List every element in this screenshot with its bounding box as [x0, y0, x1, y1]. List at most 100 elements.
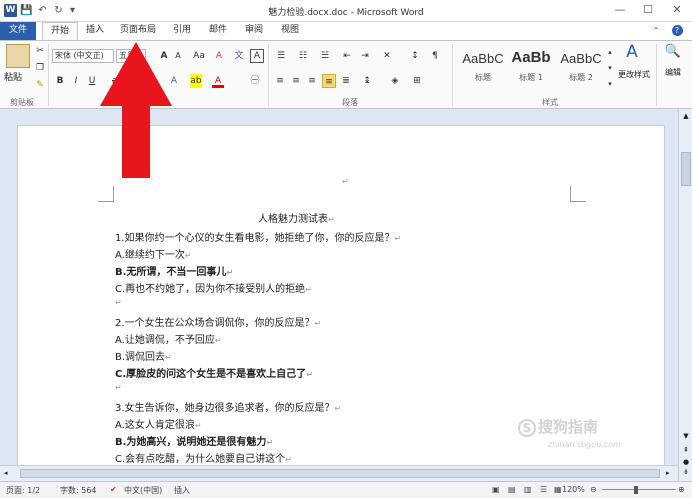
document-line[interactable]: B.无所谓，不当一回事儿↵ [115, 263, 233, 278]
paragraph-group-label: 段落 [342, 98, 358, 107]
tab-mailings[interactable]: 邮件 [204, 22, 232, 40]
align-right-icon[interactable]: ≡ [306, 74, 318, 88]
underline-button[interactable]: U [86, 74, 98, 88]
multilevel-list-icon[interactable]: ☱ [318, 49, 332, 63]
scroll-down-icon[interactable]: ▼ [681, 432, 691, 442]
horizontal-scrollbar[interactable]: ◂ ▸ [0, 465, 678, 481]
page-count[interactable]: 页面: 1/2 [6, 485, 40, 496]
paste-button[interactable]: 粘贴 [4, 70, 22, 83]
tab-file[interactable]: 文件 [0, 22, 36, 40]
style-heading-1[interactable]: AaBb 标题 1 [504, 45, 558, 89]
zoom-level[interactable]: 120% [562, 485, 585, 494]
scroll-thumb[interactable] [681, 152, 691, 186]
copy-icon[interactable]: ❐ [34, 61, 46, 75]
style-name: 标题 1 [519, 73, 543, 82]
maximize-button[interactable]: ☐ [634, 0, 662, 20]
styles-scroll-up-icon[interactable]: ▴ [606, 45, 614, 59]
align-left-icon[interactable]: ≡ [274, 74, 286, 88]
document-line[interactable]: A.让她调侃，不予回应↵ [115, 331, 222, 346]
style-heading-2[interactable]: AaBbC 标题 2 [554, 45, 608, 89]
next-page-icon[interactable]: ⇟ [681, 468, 691, 478]
change-styles-button[interactable]: 更改样式 [616, 69, 652, 80]
bold-button[interactable]: B [54, 74, 66, 88]
scroll-up-icon[interactable]: ▲ [681, 112, 691, 122]
tab-insert[interactable]: 插入 [80, 22, 110, 40]
chinese-layout-icon[interactable]: ✕ [380, 49, 394, 63]
borders-icon[interactable]: ⊞ [410, 74, 424, 88]
document-title[interactable]: 人格魅力测试表↵ [258, 210, 335, 225]
clear-formatting-icon[interactable]: A [212, 49, 226, 63]
print-layout-icon[interactable]: ▣ [492, 485, 500, 494]
numbering-icon[interactable]: ☷ [296, 49, 310, 63]
styles-scroll-down-icon[interactable]: ▾ [606, 61, 614, 75]
tab-references[interactable]: 引用 [168, 22, 196, 40]
ribbon-tabs: 文件 开始 插入 页面布局 引用 邮件 审阅 视图 ⌃ ? [0, 22, 692, 41]
language-status[interactable]: 中文(中国) [124, 485, 162, 496]
tab-view[interactable]: 视图 [276, 22, 304, 40]
select-browse-object-icon[interactable]: ● [681, 458, 691, 468]
styles-more-icon[interactable]: ▾ [606, 77, 614, 91]
character-border-icon[interactable]: A [250, 49, 264, 63]
tab-page-layout[interactable]: 页面布局 [116, 22, 160, 40]
phonetic-guide-icon[interactable]: 文 [232, 49, 246, 63]
paragraph-mark: ↵ [115, 298, 122, 307]
document-line[interactable]: C.再也不约她了，因为你不接受别人的拒绝↵ [115, 280, 312, 295]
find-icon[interactable]: 🔍 [664, 45, 682, 63]
vertical-scrollbar[interactable]: ▲ ▼ ⇞ ● ⇟ [678, 110, 692, 481]
sort-icon[interactable]: ↕ [408, 49, 422, 63]
proofing-icon[interactable]: ✔ [110, 485, 117, 494]
cut-icon[interactable]: ✂ [34, 44, 46, 58]
show-marks-icon[interactable]: ¶ [428, 49, 442, 63]
decrease-indent-icon[interactable]: ⇤ [340, 49, 354, 63]
align-center-icon[interactable]: ≡ [290, 74, 302, 88]
format-painter-icon[interactable]: ✎ [34, 78, 46, 92]
distributed-icon[interactable]: ≣ [340, 74, 352, 88]
shrink-font-icon[interactable]: A [172, 49, 184, 63]
shading-icon[interactable]: ◈ [388, 74, 402, 88]
style-title[interactable]: AaBbC 标题 [456, 45, 510, 89]
outline-icon[interactable]: ☰ [540, 485, 547, 494]
document-line[interactable]: ↵ [115, 382, 122, 393]
document-line[interactable]: ↵ [115, 297, 122, 308]
zoom-in-icon[interactable]: ⊕ [678, 485, 685, 494]
justify-icon[interactable]: ≡ [322, 74, 336, 88]
document-line[interactable]: A.这女人肯定很浪↵ [115, 416, 202, 431]
bullets-icon[interactable]: ☰ [274, 49, 288, 63]
scroll-left-icon[interactable]: ◂ [4, 469, 8, 477]
line-spacing-icon[interactable]: ↨ [360, 74, 374, 88]
word-count[interactable]: 字数: 564 [60, 485, 97, 496]
tab-home[interactable]: 开始 [42, 22, 78, 41]
change-case-icon[interactable]: Aa [190, 49, 208, 63]
paste-icon[interactable] [6, 44, 30, 68]
tab-review[interactable]: 审阅 [240, 22, 268, 40]
horizontal-scroll-thumb[interactable] [20, 469, 660, 478]
draft-icon[interactable]: ▦ [554, 485, 562, 494]
document-line[interactable]: 2.一个女生在公众场合调侃你，你的反应是？↵ [115, 314, 321, 329]
zoom-slider-handle[interactable] [634, 486, 638, 494]
help-icon[interactable]: ? [668, 22, 686, 40]
close-button[interactable]: ✕ [662, 0, 692, 20]
web-layout-icon[interactable]: ▥ [524, 485, 532, 494]
full-screen-reading-icon[interactable]: ▤ [508, 485, 516, 494]
minimize-button[interactable]: — [606, 0, 634, 20]
minimize-ribbon-icon[interactable]: ⌃ [648, 22, 664, 40]
scroll-right-icon[interactable]: ▸ [666, 469, 670, 477]
zoom-out-icon[interactable]: ⊖ [590, 485, 597, 494]
change-styles-icon[interactable]: A [622, 44, 642, 65]
highlight-color-icon[interactable]: ab [190, 74, 202, 88]
editing-button[interactable]: 编辑 [660, 67, 686, 78]
insert-mode[interactable]: 插入 [174, 485, 190, 496]
document-line[interactable]: B.为她高兴，说明她还是很有魅力↵ [115, 433, 273, 448]
enclosed-characters-icon[interactable]: ㊀ [248, 74, 262, 88]
previous-page-icon[interactable]: ⇞ [681, 446, 691, 456]
document-line[interactable]: B.调侃回去↵ [115, 348, 172, 363]
document-line[interactable]: C.厚脸皮的问这个女生是不是喜欢上自己了↵ [115, 365, 313, 380]
increase-indent-icon[interactable]: ⇥ [358, 49, 372, 63]
italic-button[interactable]: I [70, 74, 82, 88]
document-line[interactable]: 3.女生告诉你，她身边很多追求者，你的反应是？↵ [115, 399, 341, 414]
zoom-slider-track[interactable] [602, 489, 676, 490]
document-line[interactable]: 1.如果你约一个心仪的女生看电影，她拒绝了你，你的反应是？↵ [115, 229, 401, 244]
document-line[interactable]: C.会有点吃醋，为什么她要自己讲这个↵ [115, 450, 292, 465]
font-color-icon[interactable]: A [212, 74, 224, 88]
document-line[interactable]: A.继续约下一次↵ [115, 246, 192, 261]
